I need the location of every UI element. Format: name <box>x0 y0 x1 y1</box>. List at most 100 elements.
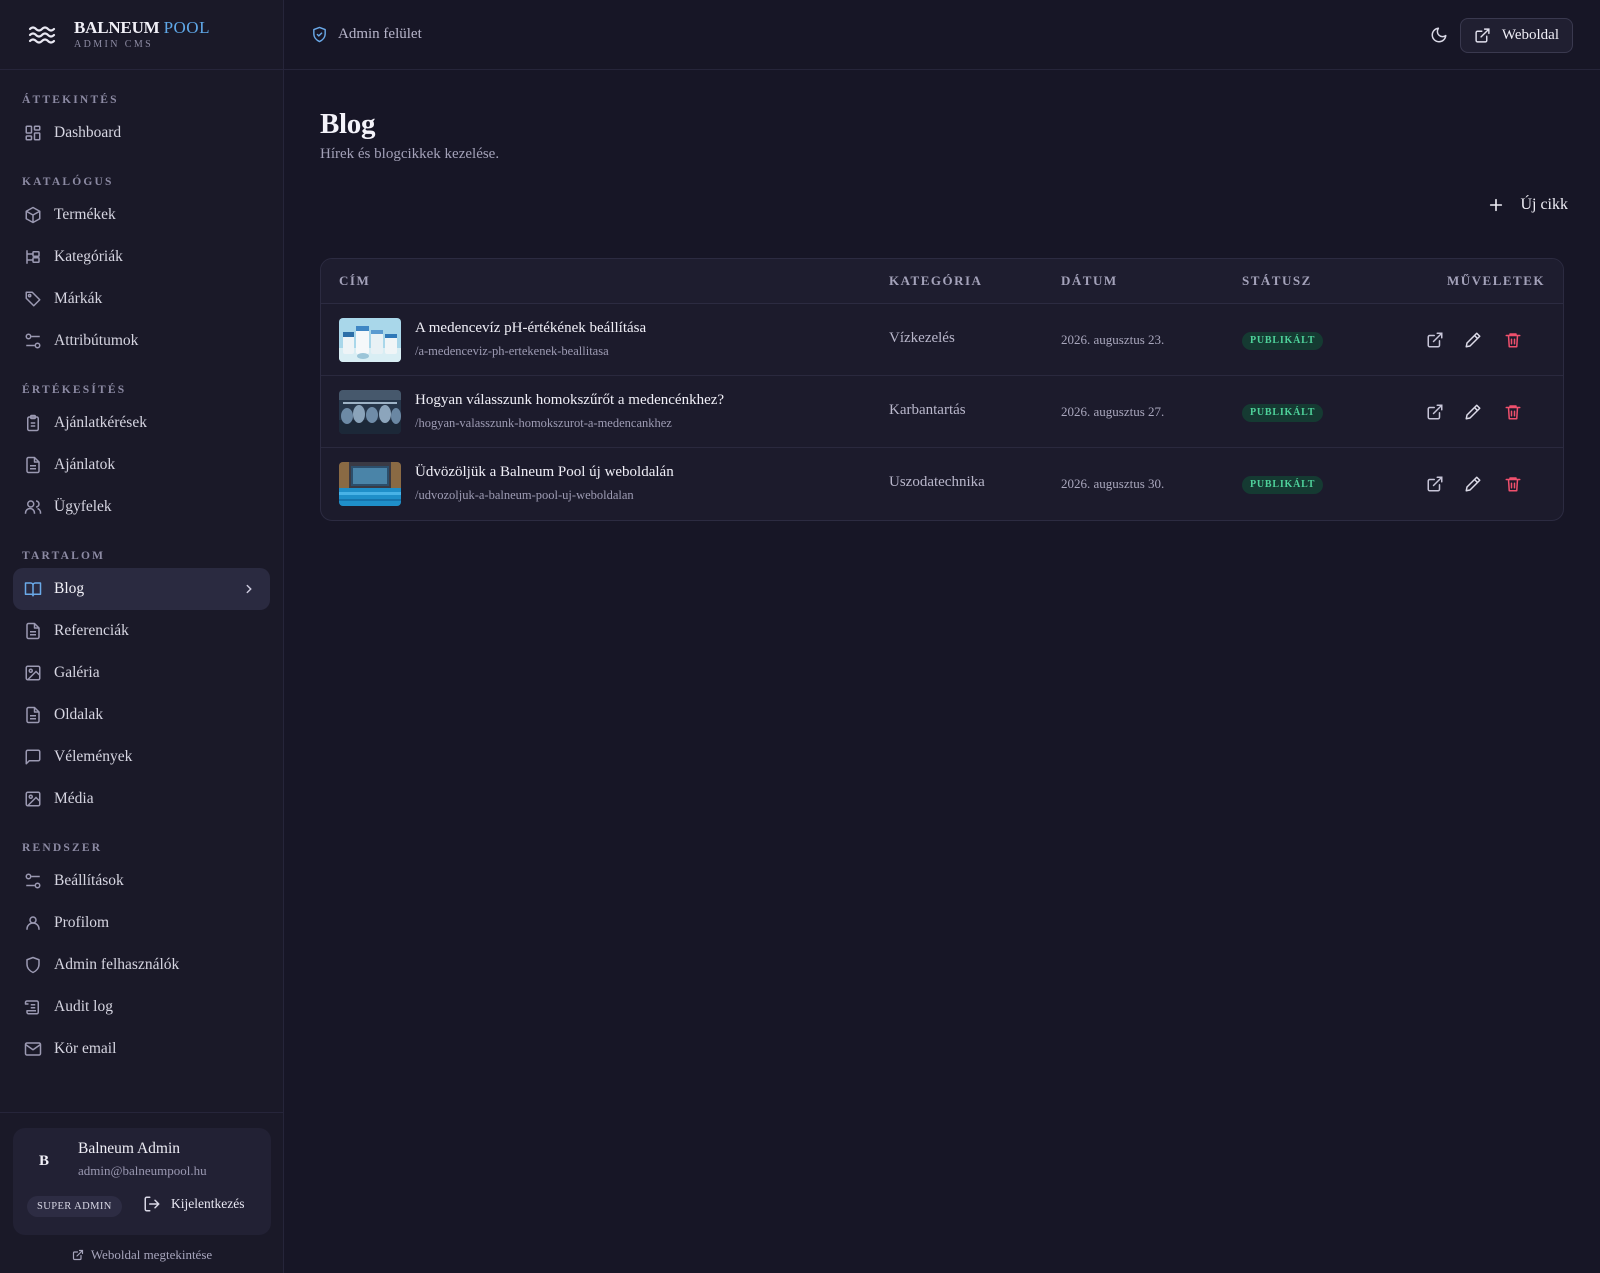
package-icon <box>24 206 42 224</box>
sidebar-item-label: Profilom <box>54 914 110 931</box>
post-category: Karbantartás <box>889 402 966 418</box>
sidebar-item-blog[interactable]: Blog <box>13 568 270 610</box>
sidebar-item-label: Média <box>54 790 94 807</box>
page-title: Blog <box>320 108 376 140</box>
sidebar-item-settings[interactable]: Beállítások <box>13 860 270 902</box>
sidebar-item-brands[interactable]: Márkák <box>13 278 270 320</box>
status-badge: PUBLIKÁLT <box>1242 332 1324 350</box>
website-button[interactable]: Weboldal <box>1459 18 1573 53</box>
sidebar-item-pages[interactable]: Oldalak <box>13 694 270 736</box>
waves-logo-icon <box>28 21 56 49</box>
admin-label: Admin felület <box>338 26 422 42</box>
external-link-icon[interactable] <box>1426 331 1444 349</box>
message-icon <box>24 748 42 766</box>
brand[interactable]: BALNEUM POOL ADMIN CMS <box>0 0 283 70</box>
external-link-icon[interactable] <box>1426 403 1444 421</box>
col-header-status[interactable]: STÁTUSZ <box>1242 273 1312 289</box>
post-slug: /a-medenceviz-ph-ertekenek-beallitasa <box>415 344 609 358</box>
pencil-icon[interactable] <box>1464 403 1482 421</box>
trash-icon[interactable] <box>1504 403 1522 421</box>
tree-icon <box>24 248 42 266</box>
sidebar-item-profile[interactable]: Profilom <box>13 902 270 944</box>
sliders-icon <box>24 332 42 350</box>
sidebar-item-label: Galéria <box>54 664 100 681</box>
avatar: B <box>38 1152 49 1169</box>
sidebar-item-gallery[interactable]: Galéria <box>13 652 270 694</box>
post-slug: /hogyan-valasszunk-homokszurot-a-medenca… <box>415 416 672 430</box>
sidebar-item-categories[interactable]: Kategóriák <box>13 236 270 278</box>
col-header-actions: MŰVELETEK <box>1446 273 1545 288</box>
sidebar-item-quotes[interactable]: Ajánlatok <box>13 444 270 486</box>
post-date: 2026. augusztus 23. <box>1061 332 1165 347</box>
pencil-icon[interactable] <box>1464 331 1482 349</box>
chevron-right-icon <box>242 582 256 596</box>
blog-table: CÍM KATEGÓRIA DÁTUM STÁTUSZ MŰVELETEK A … <box>320 258 1564 521</box>
sidebar-item-label: Kategóriák <box>54 248 123 265</box>
user-card: B Balneum Admin admin@balneumpool.hu SUP… <box>13 1128 271 1235</box>
user-icon <box>24 914 42 932</box>
file-text-icon <box>24 456 42 474</box>
users-icon <box>24 498 42 516</box>
logout-button[interactable]: Kijelentkezés <box>143 1195 244 1213</box>
post-slug: /udvozoljuk-a-balneum-pool-uj-weboldalan <box>415 488 634 502</box>
sidebar-item-label: Admin felhasználók <box>54 956 180 973</box>
pencil-icon[interactable] <box>1464 475 1482 493</box>
scroll-icon <box>24 998 42 1016</box>
new-post-button[interactable]: Új cikk <box>1488 196 1568 214</box>
user-name: Balneum Admin <box>78 1140 181 1157</box>
post-title[interactable]: Hogyan válasszunk homokszűrőt a medencén… <box>415 392 724 409</box>
sidebar-item-reviews[interactable]: Vélemények <box>13 736 270 778</box>
topbar: Admin felület Weboldal <box>284 0 1600 70</box>
trash-icon[interactable] <box>1504 331 1522 349</box>
post-title[interactable]: A medencevíz pH-értékének beállítása <box>415 320 646 337</box>
sidebar-item-quote-requests[interactable]: Ajánlatkérések <box>13 402 270 444</box>
mail-icon <box>24 1040 42 1058</box>
sidebar-nav: ÁTTEKINTÉS Dashboard KATALÓGUS Termékek … <box>0 70 283 1070</box>
post-category: Uszodatechnika <box>889 474 985 490</box>
trash-icon[interactable] <box>1504 475 1522 493</box>
brand-name: BALNEUM POOL <box>74 17 210 37</box>
status-badge: PUBLIKÁLT <box>1242 476 1324 494</box>
col-header-category[interactable]: KATEGÓRIA <box>889 273 982 289</box>
view-site-link[interactable]: Weboldal megtekintése <box>13 1247 271 1263</box>
sliders-icon <box>24 872 42 890</box>
sidebar-item-references[interactable]: Referenciák <box>13 610 270 652</box>
tag-icon <box>24 290 42 308</box>
table-row[interactable]: Üdvözöljük a Balneum Pool új weboldalán … <box>321 448 1563 520</box>
sidebar-item-customers[interactable]: Ügyfelek <box>13 486 270 528</box>
sidebar-item-audit-log[interactable]: Audit log <box>13 986 270 1028</box>
sidebar-item-attributes[interactable]: Attribútumok <box>13 320 270 362</box>
plus-icon <box>1488 197 1504 213</box>
sidebar-item-dashboard[interactable]: Dashboard <box>13 112 270 154</box>
external-link-icon[interactable] <box>1426 475 1444 493</box>
sidebar-item-admin-users[interactable]: Admin felhasználók <box>13 944 270 986</box>
table-header: CÍM KATEGÓRIA DÁTUM STÁTUSZ MŰVELETEK <box>321 259 1563 304</box>
image-icon <box>24 664 42 682</box>
file-text-icon <box>24 622 42 640</box>
col-header-date[interactable]: DÁTUM <box>1061 273 1118 289</box>
sidebar-item-products[interactable]: Termékek <box>13 194 270 236</box>
post-date: 2026. augusztus 30. <box>1061 476 1165 491</box>
nav-section-title: TARTALOM <box>22 550 106 562</box>
nav-section-title: RENDSZER <box>22 842 103 854</box>
table-row[interactable]: A medencevíz pH-értékének beállítása /a-… <box>321 304 1563 376</box>
sidebar-item-label: Attribútumok <box>54 332 139 349</box>
user-email: admin@balneumpool.hu <box>78 1163 207 1178</box>
post-title[interactable]: Üdvözöljük a Balneum Pool új weboldalán <box>415 464 674 481</box>
nav-section-title: KATALÓGUS <box>22 176 114 188</box>
admin-area-label: Admin felület <box>284 26 422 43</box>
table-row[interactable]: Hogyan válasszunk homokszűrőt a medencén… <box>321 376 1563 448</box>
sidebar-item-label: Vélemények <box>54 748 133 765</box>
nav-section-title: ÁTTEKINTÉS <box>22 94 119 106</box>
moon-icon[interactable] <box>1430 26 1448 44</box>
col-header-title[interactable]: CÍM <box>339 273 370 289</box>
sidebar-item-label: Ügyfelek <box>54 498 112 515</box>
sidebar-item-label: Oldalak <box>54 706 104 723</box>
view-site-label: Weboldal megtekintése <box>90 1247 213 1262</box>
post-thumbnail <box>339 390 401 434</box>
shield-check-icon <box>311 26 328 43</box>
post-category: Vízkezelés <box>889 330 955 346</box>
sidebar-item-newsletter[interactable]: Kör email <box>13 1028 270 1070</box>
role-badge: SUPER ADMIN <box>27 1196 122 1217</box>
sidebar-item-media[interactable]: Média <box>13 778 270 820</box>
